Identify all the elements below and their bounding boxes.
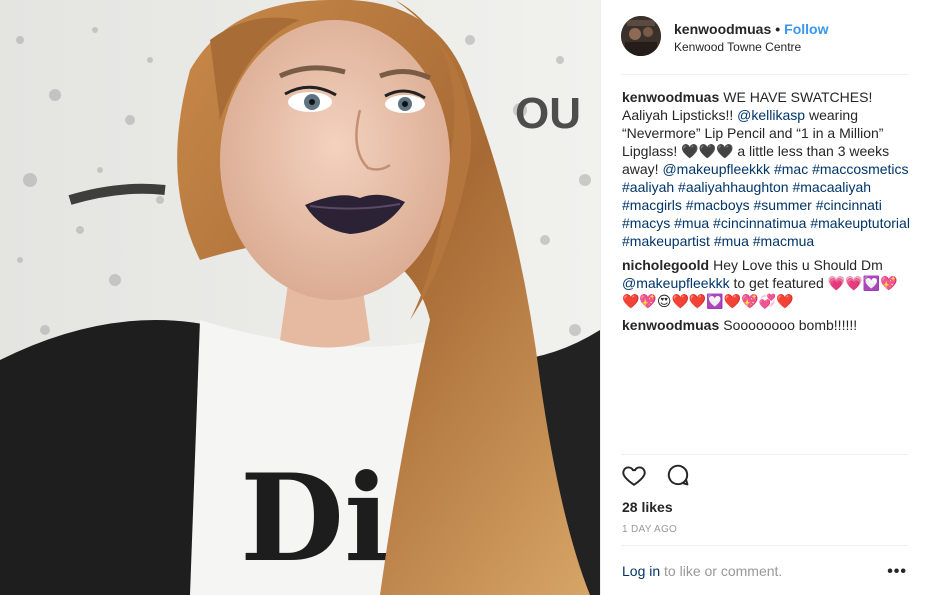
hashtag-link[interactable]: #aaliyahhaughton xyxy=(678,179,789,195)
heart-outline-icon[interactable] xyxy=(621,462,649,490)
face xyxy=(220,20,450,300)
comment-item: kenwoodmuas Soooooooo bomb!!!!!! xyxy=(622,316,914,334)
hashtag-link[interactable]: #cincinnati xyxy=(816,197,882,213)
divider xyxy=(621,74,909,75)
divider xyxy=(621,545,909,546)
comment-item: nicholegoold Hey Love this u Should Dm @m… xyxy=(622,256,914,310)
hashtag-link[interactable]: #mac xyxy=(774,161,808,177)
hashtag-link[interactable]: #macgirls xyxy=(622,197,682,213)
likes-count[interactable]: 28 likes xyxy=(622,499,673,515)
location-link[interactable]: Kenwood Towne Centre xyxy=(674,40,801,54)
hashtag-link[interactable]: #macys xyxy=(622,215,670,231)
hashtag-link[interactable]: #makeuptutorial xyxy=(810,215,910,231)
wall-lettering: OU xyxy=(515,89,581,138)
post-details-panel: kenwoodmuas • Follow Kenwood Towne Centre … xyxy=(600,0,929,595)
comment-username[interactable]: kenwoodmuas xyxy=(622,317,719,333)
post-header: kenwoodmuas • Follow Kenwood Towne Centre xyxy=(621,14,909,62)
selfie-image: OU Di xyxy=(0,0,600,595)
mention-link[interactable]: @makeupfleekkk xyxy=(622,275,730,291)
more-options-icon[interactable]: ••• xyxy=(887,563,907,581)
comment-username[interactable]: kenwoodmuas xyxy=(622,89,719,105)
mention-link[interactable]: @makeupfleekkk xyxy=(662,161,770,177)
login-prompt: Log in to like or comment. xyxy=(622,563,782,579)
hashtag-link[interactable]: #macboys xyxy=(686,197,750,213)
hashtag-link[interactable]: #aaliyah xyxy=(622,179,674,195)
speech-bubble-icon[interactable] xyxy=(665,462,693,490)
comment-item: kenwoodmuas WE HAVE SWATCHES! Aaliyah Lip… xyxy=(622,88,914,250)
hashtag-link[interactable]: #mua xyxy=(674,215,709,231)
mention-link[interactable]: @kellikasp xyxy=(737,107,805,123)
comment-text: Hey Love this u Should Dm xyxy=(713,257,883,273)
header-username[interactable]: kenwoodmuas xyxy=(674,21,771,37)
comment-text: Soooooooo bomb!!!!!! xyxy=(723,317,858,333)
header-separator: • xyxy=(775,21,781,37)
action-bar xyxy=(621,462,705,492)
header-line: kenwoodmuas • Follow xyxy=(674,21,828,37)
hashtag-link[interactable]: #cincinnatimua xyxy=(713,215,806,231)
hashtag-link[interactable]: #mua xyxy=(714,233,749,249)
divider xyxy=(621,454,909,455)
follow-button[interactable]: Follow xyxy=(784,21,828,37)
comments-list: kenwoodmuas WE HAVE SWATCHES! Aaliyah Lip… xyxy=(622,88,914,340)
hashtag-link[interactable]: #macaaliyah xyxy=(792,179,871,195)
avatar[interactable] xyxy=(621,16,661,56)
hashtag-link[interactable]: #summer xyxy=(754,197,812,213)
login-link[interactable]: Log in xyxy=(622,563,660,579)
hashtag-link[interactable]: #makeupartist xyxy=(622,233,710,249)
hashtag-link[interactable]: #macmua xyxy=(753,233,814,249)
shirt-print: Di xyxy=(240,448,390,589)
comment-username[interactable]: nicholegoold xyxy=(622,257,709,273)
post-timestamp[interactable]: 1 DAY AGO xyxy=(622,524,677,535)
hashtag-link[interactable]: #maccosmetics xyxy=(812,161,908,177)
login-prompt-text: to like or comment. xyxy=(660,563,783,579)
post-photo[interactable]: OU Di xyxy=(0,0,600,595)
